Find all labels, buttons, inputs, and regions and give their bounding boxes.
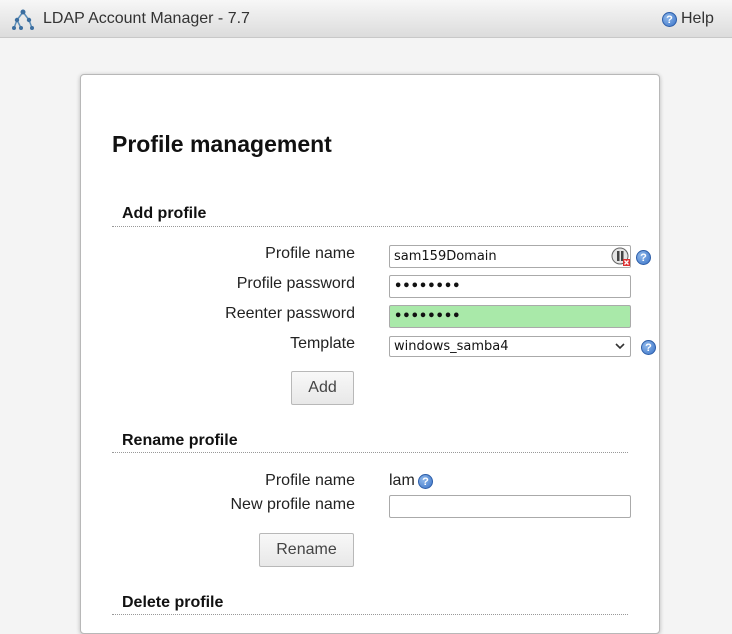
- add-profile-heading: Add profile: [122, 205, 207, 222]
- section-divider: [112, 226, 628, 227]
- reenter-password-input[interactable]: ••••••••: [389, 305, 631, 328]
- section-divider: [112, 452, 628, 453]
- template-label: Template: [290, 335, 355, 352]
- template-select[interactable]: windows_samba4: [389, 336, 631, 357]
- profile-password-label: Profile password: [236, 275, 355, 292]
- chevron-down-icon: [615, 343, 625, 350]
- current-profile-name-value: lam: [389, 472, 415, 489]
- help-link[interactable]: ? Help: [662, 10, 714, 28]
- new-profile-name-label: New profile name: [230, 496, 356, 513]
- delete-profile-heading: Delete profile: [122, 594, 224, 611]
- new-profile-name-input[interactable]: [389, 495, 631, 518]
- profile-password-input[interactable]: ••••••••: [389, 275, 631, 298]
- rename-profile-heading: Rename profile: [122, 432, 238, 449]
- top-bar: LDAP Account Manager - 7.7 ? Help: [0, 0, 732, 38]
- question-circle-icon[interactable]: ?: [636, 250, 651, 265]
- section-divider: [112, 614, 628, 615]
- add-button[interactable]: Add: [291, 371, 354, 405]
- reenter-password-label: Reenter password: [225, 305, 355, 322]
- profile-name-label: Profile name: [265, 245, 355, 262]
- profile-management-panel: Profile management Add profile Profile n…: [80, 74, 660, 634]
- question-circle-icon: ?: [662, 11, 677, 27]
- current-profile-name: lam: [389, 472, 415, 490]
- help-label: Help: [681, 10, 714, 27]
- profile-name-input[interactable]: sam159Domain: [389, 245, 631, 268]
- page-title: Profile management: [112, 131, 332, 157]
- rename-profile-name-label: Profile name: [265, 472, 355, 489]
- template-selected-value: windows_samba4: [394, 339, 509, 354]
- question-circle-icon[interactable]: ?: [641, 340, 656, 355]
- question-circle-icon[interactable]: ?: [418, 474, 433, 489]
- password-key-icon[interactable]: [611, 247, 631, 267]
- ldap-tree-icon: [12, 9, 34, 30]
- rename-button[interactable]: Rename: [259, 533, 354, 567]
- app-title: LDAP Account Manager - 7.7: [43, 10, 250, 27]
